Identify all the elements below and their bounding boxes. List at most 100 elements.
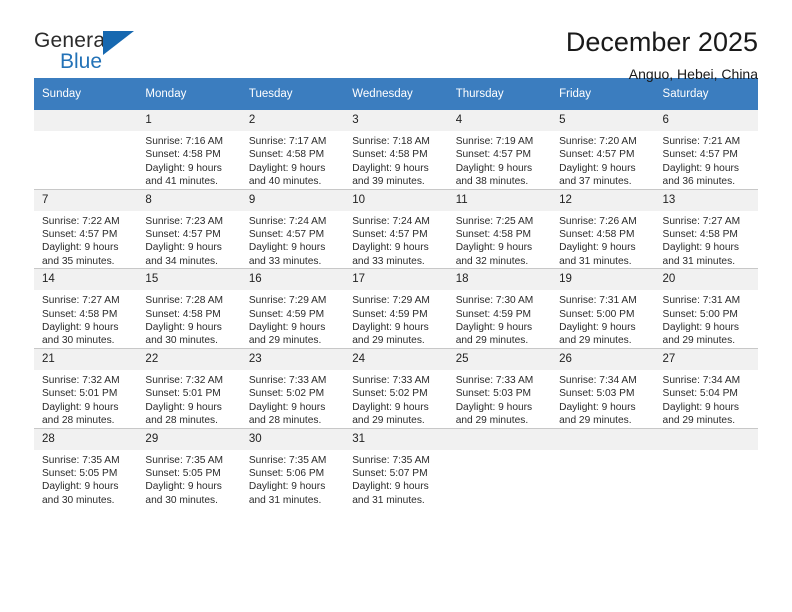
calendar-day-cell[interactable]: 8 Sunrise: 7:23 AM Sunset: 4:57 PM Daylight… [137, 189, 241, 270]
calendar-day-cell[interactable]: 13 Sunrise: 7:27 AM Sunset: 4:58 PM Dayligh… [654, 189, 758, 270]
calendar-day-cell[interactable]: 26 Sunrise: 7:34 AM Sunset: 5:03 PM Dayligh… [551, 348, 655, 429]
calendar-day-cell[interactable]: 15 Sunrise: 7:28 AM Sunset: 4:58 PM Dayligh… [137, 268, 241, 349]
sunset-time: Sunset: 5:01 PM [42, 388, 118, 400]
daylight-duration-line2: and 34 minutes. [145, 255, 218, 267]
calendar-page: General Blue December 2025 Anguo, Hebei,… [0, 0, 792, 612]
calendar-day-cell[interactable]: 29 Sunrise: 7:35 AM Sunset: 5:05 PM Dayligh… [137, 428, 241, 508]
logo-text-general: General [34, 29, 111, 52]
day-number: 9 [240, 189, 345, 211]
daylight-duration-line2: and 38 minutes. [455, 176, 529, 188]
calendar-day-cell[interactable]: 12 Sunrise: 7:26 AM Sunset: 4:58 PM Dayligh… [551, 189, 655, 270]
day-number: 28 [34, 428, 138, 450]
calendar-day-cell[interactable]: 23 Sunrise: 7:33 AM Sunset: 5:02 PM Dayligh… [240, 348, 345, 429]
daylight-duration-line2: and 40 minutes. [248, 176, 322, 188]
sunset-time: Sunset: 4:59 PM [352, 308, 428, 320]
daylight-duration-line1: Daylight: 9 hours [145, 242, 222, 254]
calendar-day-cell[interactable]: 1 Sunrise: 7:16 AM Sunset: 4:58 PM Daylight… [137, 110, 241, 190]
calendar-day-cell[interactable]: 24 Sunrise: 7:33 AM Sunset: 5:02 PM Dayligh… [344, 348, 448, 429]
calendar-day-cell[interactable]: 28 Sunrise: 7:35 AM Sunset: 5:05 PM Dayligh… [34, 428, 138, 508]
calendar-day-cell[interactable]: 10 Sunrise: 7:24 AM Sunset: 4:57 PM Dayligh… [344, 189, 448, 270]
day-number: 12 [551, 189, 655, 211]
daylight-duration-line2: and 32 minutes. [455, 255, 529, 267]
calendar-day-cell[interactable]: 4 Sunrise: 7:19 AM Sunset: 4:57 PM Daylight… [447, 110, 552, 190]
sunrise-time: Sunrise: 7:33 AM [455, 374, 534, 386]
calendar-day-cell[interactable]: 22 Sunrise: 7:32 AM Sunset: 5:01 PM Dayligh… [137, 348, 241, 429]
daylight-duration-line1: Daylight: 9 hours [145, 481, 222, 493]
sunrise-time: Sunrise: 7:21 AM [662, 136, 741, 147]
sunset-time: Sunset: 4:57 PM [662, 149, 738, 161]
calendar-day-cell[interactable]: 11 Sunrise: 7:25 AM Sunset: 4:58 PM Dayligh… [447, 189, 552, 270]
sunrise-time: Sunrise: 7:32 AM [42, 374, 120, 386]
day-number: 7 [34, 189, 138, 211]
day-number [551, 428, 655, 450]
day-details: Sunrise: 7:18 AM Sunset: 4:58 PM Daylight:… [344, 131, 447, 189]
daylight-duration-line2: and 30 minutes. [145, 494, 218, 506]
calendar-day-cell[interactable]: 6 Sunrise: 7:21 AM Sunset: 4:57 PM Daylight… [654, 110, 758, 190]
calendar-day-cell[interactable]: 20 Sunrise: 7:31 AM Sunset: 5:00 PM Dayligh… [654, 268, 758, 349]
day-details: Sunrise: 7:33 AM Sunset: 5:02 PM Daylight:… [344, 370, 447, 428]
weekday-header-sunday: Sunday [34, 78, 138, 110]
day-number: 1 [137, 110, 241, 131]
day-number: 8 [137, 189, 241, 211]
calendar-day-cell[interactable]: 27 Sunrise: 7:34 AM Sunset: 5:04 PM Dayligh… [654, 348, 758, 429]
daylight-duration-line1: Daylight: 9 hours [352, 481, 429, 493]
sunset-time: Sunset: 4:57 PM [352, 229, 428, 241]
daylight-duration-line1: Daylight: 9 hours [662, 242, 739, 254]
calendar-day-cell[interactable]: 2 Sunrise: 7:17 AM Sunset: 4:58 PM Daylight… [240, 110, 345, 190]
day-details: Sunrise: 7:35 AM Sunset: 5:05 PM Daylight:… [137, 450, 240, 508]
generalblue-logo[interactable]: General Blue [34, 26, 154, 82]
daylight-duration-line2: and 29 minutes. [559, 335, 632, 347]
sunrise-time: Sunrise: 7:26 AM [559, 215, 637, 227]
calendar-day-cell[interactable]: 9 Sunrise: 7:24 AM Sunset: 4:57 PM Daylight… [240, 189, 345, 270]
calendar-day-cell[interactable]: 5 Sunrise: 7:20 AM Sunset: 4:57 PM Daylight… [551, 110, 655, 190]
daylight-duration-line2: and 28 minutes. [248, 415, 322, 427]
sunrise-time: Sunrise: 7:33 AM [352, 374, 430, 386]
day-details: Sunrise: 7:35 AM Sunset: 5:06 PM Daylight:… [241, 450, 344, 508]
calendar-week-row: 7 Sunrise: 7:22 AM Sunset: 4:57 PM Daylight… [34, 189, 758, 270]
sunrise-sunset-calendar: Sunday Monday Tuesday Wednesday Thursday… [34, 78, 758, 508]
calendar-day-cell[interactable]: 31 Sunrise: 7:35 AM Sunset: 5:07 PM Dayligh… [344, 428, 448, 508]
day-number: 22 [137, 348, 241, 370]
day-details: Sunrise: 7:33 AM Sunset: 5:02 PM Daylight:… [241, 370, 344, 428]
calendar-day-cell[interactable]: 18 Sunrise: 7:30 AM Sunset: 4:59 PM Dayligh… [447, 268, 552, 349]
day-details: Sunrise: 7:16 AM Sunset: 4:58 PM Daylight:… [137, 131, 240, 189]
sunrise-time: Sunrise: 7:27 AM [662, 215, 741, 227]
day-details: Sunrise: 7:33 AM Sunset: 5:03 PM Daylight:… [448, 370, 551, 428]
sunrise-time: Sunrise: 7:30 AM [455, 295, 534, 307]
calendar-day-cell[interactable]: 25 Sunrise: 7:33 AM Sunset: 5:03 PM Dayligh… [447, 348, 552, 429]
daylight-duration-line1: Daylight: 9 hours [455, 162, 533, 174]
sunrise-time: Sunrise: 7:27 AM [42, 295, 120, 307]
calendar-day-cell[interactable]: 3 Sunrise: 7:18 AM Sunset: 4:58 PM Daylight… [344, 110, 448, 190]
daylight-duration-line2: and 33 minutes. [352, 255, 425, 267]
day-number: 25 [447, 348, 552, 370]
sunset-time: Sunset: 4:57 PM [42, 229, 118, 241]
daylight-duration-line2: and 33 minutes. [248, 255, 322, 267]
day-number: 31 [344, 428, 448, 450]
calendar-day-cell[interactable]: 14 Sunrise: 7:27 AM Sunset: 4:58 PM Dayligh… [34, 268, 138, 349]
calendar-day-cell[interactable]: 17 Sunrise: 7:29 AM Sunset: 4:59 PM Dayligh… [344, 268, 448, 349]
sunrise-time: Sunrise: 7:33 AM [248, 374, 327, 386]
calendar-day-cell[interactable]: 16 Sunrise: 7:29 AM Sunset: 4:59 PM Dayligh… [240, 268, 345, 349]
day-number: 18 [447, 269, 552, 291]
daylight-duration-line1: Daylight: 9 hours [145, 401, 222, 413]
daylight-duration-line1: Daylight: 9 hours [662, 162, 739, 174]
sunrise-time: Sunrise: 7:20 AM [559, 136, 637, 147]
sunset-time: Sunset: 4:59 PM [455, 308, 532, 320]
daylight-duration-line1: Daylight: 9 hours [559, 322, 636, 334]
calendar-day-cell[interactable]: 21 Sunrise: 7:32 AM Sunset: 5:01 PM Dayligh… [34, 348, 138, 429]
weekday-header-tuesday: Tuesday [240, 78, 345, 110]
sunrise-time: Sunrise: 7:25 AM [455, 215, 534, 227]
calendar-day-cell[interactable]: 7 Sunrise: 7:22 AM Sunset: 4:57 PM Daylight… [34, 189, 138, 270]
daylight-duration-line1: Daylight: 9 hours [248, 481, 326, 493]
day-number: 5 [551, 110, 655, 131]
sunset-time: Sunset: 5:02 PM [352, 388, 428, 400]
sunset-time: Sunset: 4:57 PM [248, 229, 325, 241]
daylight-duration-line1: Daylight: 9 hours [352, 322, 429, 334]
sunset-time: Sunset: 5:05 PM [145, 467, 221, 479]
calendar-day-cell[interactable]: 19 Sunrise: 7:31 AM Sunset: 5:00 PM Dayligh… [551, 268, 655, 349]
sunset-time: Sunset: 5:05 PM [42, 467, 118, 479]
day-details: Sunrise: 7:27 AM Sunset: 4:58 PM Daylight:… [34, 290, 137, 348]
sunset-time: Sunset: 4:57 PM [455, 149, 532, 161]
sunrise-time: Sunrise: 7:16 AM [145, 136, 224, 147]
calendar-day-cell[interactable]: 30 Sunrise: 7:35 AM Sunset: 5:06 PM Dayligh… [240, 428, 345, 508]
